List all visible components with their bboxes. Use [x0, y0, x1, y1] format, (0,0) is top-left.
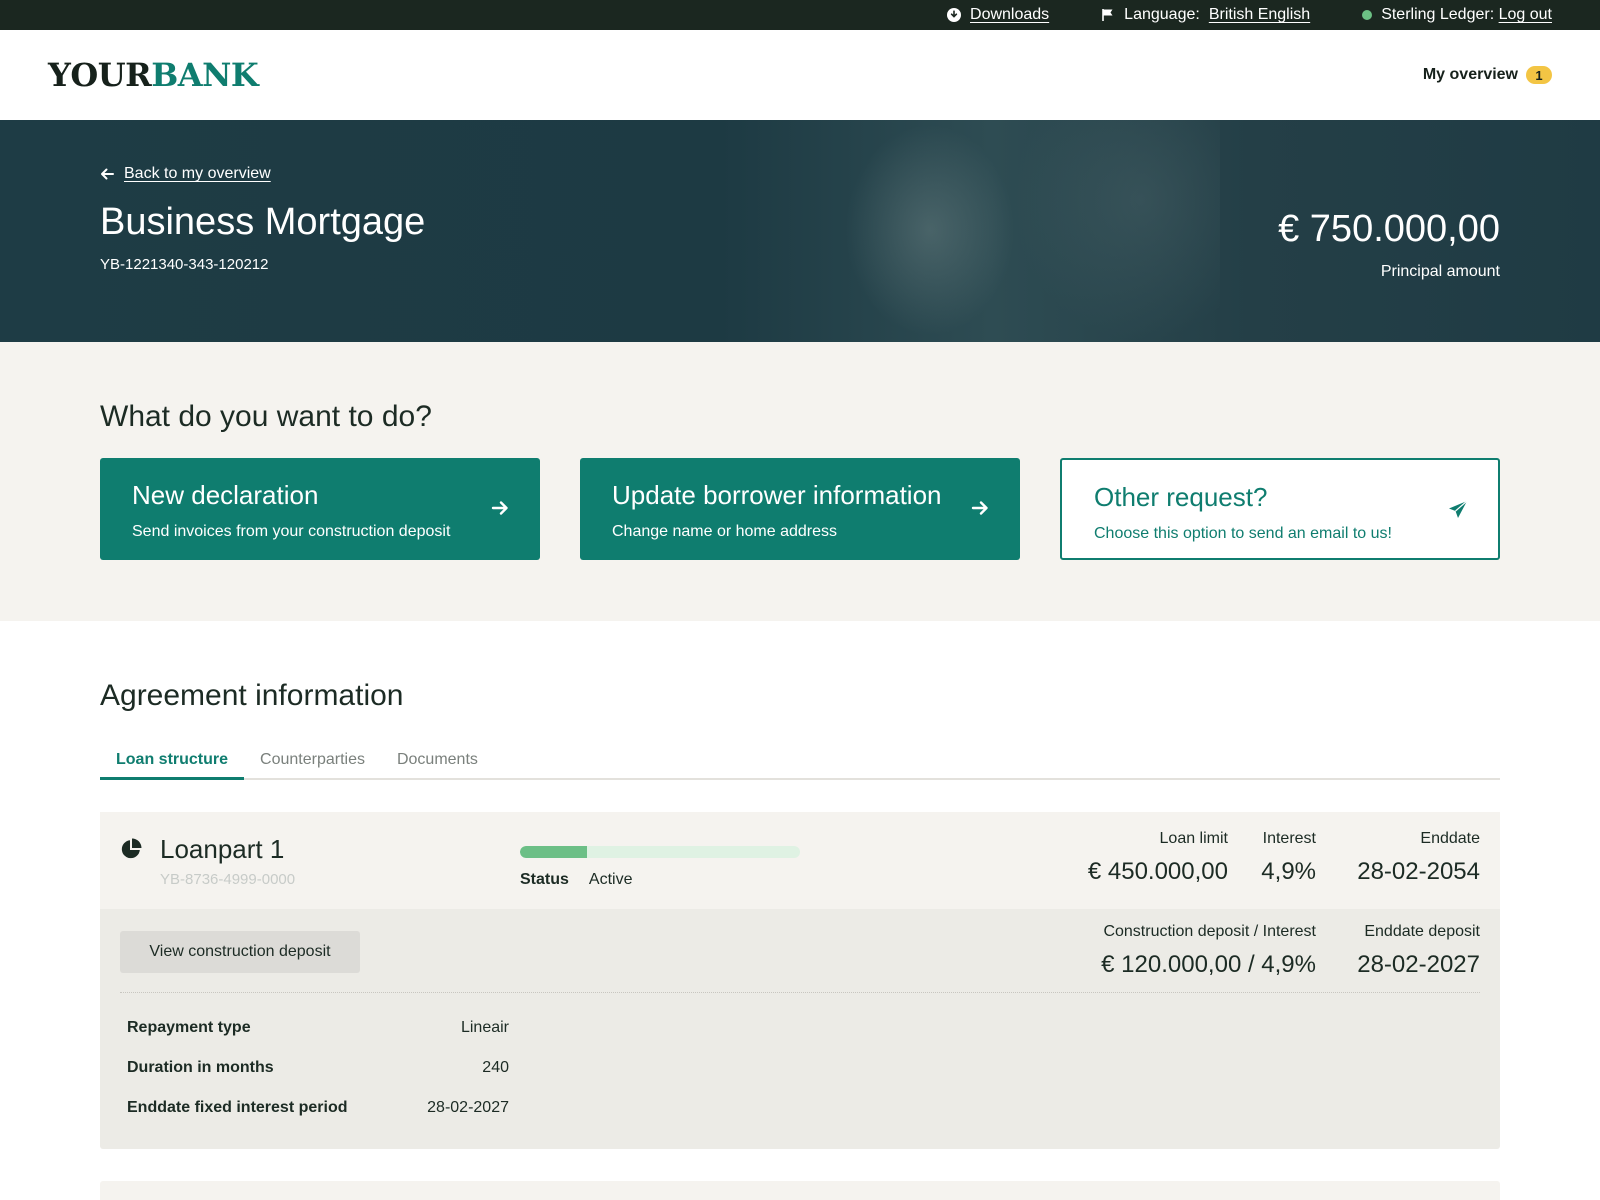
enddate-value: 28-02-2054 — [1357, 858, 1480, 885]
principal-amount-label: Principal amount — [1380, 263, 1500, 280]
agreement-tabs: Loan structure Counterparties Documents — [100, 749, 1500, 780]
action-card-subtitle: Change name or home address — [612, 523, 838, 540]
loan-limit-value: € 450.000,00 — [1087, 858, 1228, 885]
my-overview-label: My overview — [1422, 66, 1518, 83]
enddate-deposit-label: Enddate deposit — [1364, 923, 1480, 940]
update-borrower-card[interactable]: Update borrower information Change name … — [580, 458, 1020, 560]
interest-label: Interest — [1262, 830, 1316, 847]
language-link[interactable]: British English — [1209, 6, 1310, 24]
flag-icon — [1102, 9, 1113, 21]
language-label: Language: — [1124, 6, 1200, 23]
utility-bar: Downloads Language: British English Ster… — [0, 0, 1600, 30]
loanpart-details: View construction deposit Construction d… — [100, 909, 1500, 1149]
interest-value: 4,9% — [1261, 858, 1316, 885]
enddate-label: Enddate — [1420, 830, 1480, 847]
loan-progress-fill — [520, 846, 588, 858]
loanpart-name: Loanpart 1 — [160, 834, 285, 864]
tab-counterparties[interactable]: Counterparties — [244, 751, 381, 780]
download-icon — [947, 8, 962, 22]
detail-row-repayment-type: Repayment type Lineair — [127, 1019, 509, 1037]
enddate-deposit-metric: Enddate deposit 28-02-2027 — [1357, 923, 1480, 979]
arrow-right-icon — [971, 501, 988, 515]
pie-chart-icon — [121, 838, 142, 859]
construction-deposit-value: € 120.000,00 / 4,9% — [1101, 951, 1316, 978]
back-link-label: Back to my overview — [124, 165, 271, 182]
agreement-section: Agreement information Loan structure Cou… — [0, 621, 1600, 1200]
detail-value: 28-02-2027 — [427, 1099, 509, 1116]
interest-metric: Interest 4,9% — [1261, 830, 1316, 886]
notification-badge: 1 — [1526, 66, 1552, 84]
detail-row-fixed-interest-enddate: Enddate fixed interest period 28-02-2027 — [127, 1099, 509, 1117]
logo-part-bank: BANK — [151, 56, 259, 94]
detail-label: Enddate fixed interest period — [127, 1099, 348, 1116]
detail-label: Duration in months — [127, 1059, 274, 1076]
hero-banner: Back to my overview Business Mortgage YB… — [0, 120, 1600, 342]
detail-value: Lineair — [460, 1019, 509, 1036]
back-to-overview-link[interactable]: Back to my overview — [100, 165, 1500, 183]
action-cards: New declaration Send invoices from your … — [100, 458, 1500, 560]
enddate-deposit-value: 28-02-2027 — [1357, 951, 1480, 978]
principal-amount: € 750.000,00 — [1278, 208, 1500, 250]
status-row: Status Active — [520, 871, 632, 889]
divider — [120, 992, 1480, 993]
agreement-title: Agreement information — [100, 679, 404, 712]
status-label: Status — [520, 871, 569, 888]
user-item: Sterling Ledger: Log out — [1362, 6, 1552, 24]
loan-limit-metric: Loan limit € 450.000,00 — [1088, 830, 1228, 886]
arrow-right-icon — [491, 501, 508, 515]
loanpart-header: Loanpart 1 YB-8736-4999-0000 Status Acti… — [100, 812, 1500, 909]
loan-limit-label: Loan limit — [1159, 830, 1228, 847]
action-card-title: New declaration — [132, 480, 319, 510]
arrow-left-icon — [101, 168, 114, 180]
detail-label: Repayment type — [127, 1019, 251, 1036]
loanpart-card: Loanpart 1 YB-8736-4999-0000 Status Acti… — [100, 812, 1500, 1149]
detail-row-duration: Duration in months 240 — [127, 1059, 509, 1077]
my-overview-link[interactable]: My overview 1 — [1423, 66, 1552, 84]
enddate-metric: Enddate 28-02-2054 — [1357, 830, 1480, 886]
action-card-title: Update borrower information — [612, 480, 942, 510]
loan-progress-bar — [520, 846, 800, 858]
actions-title: What do you want to do? — [100, 400, 432, 433]
logo-part-your: YOUR — [48, 56, 152, 94]
paper-plane-icon — [1449, 500, 1468, 518]
action-card-subtitle: Send invoices from your construction dep… — [132, 523, 451, 540]
language-item: Language: British English — [1101, 6, 1310, 24]
action-card-subtitle: Choose this option to send an email to u… — [1094, 525, 1392, 542]
detail-value: 240 — [482, 1059, 509, 1076]
downloads-item: Downloads — [947, 6, 1049, 24]
user-name: Sterling Ledger: — [1381, 6, 1495, 23]
principal-amount-block: € 750.000,00 Principal amount — [1278, 208, 1500, 281]
downloads-link[interactable]: Downloads — [970, 6, 1049, 24]
status-value: Active — [588, 871, 633, 888]
next-loanpart-card — [100, 1181, 1500, 1200]
construction-deposit-label: Construction deposit / Interest — [1103, 923, 1316, 940]
other-request-card[interactable]: Other request? Choose this option to sen… — [1060, 458, 1500, 560]
site-header: YOURBANK My overview 1 — [0, 30, 1600, 120]
online-status-dot — [1362, 10, 1373, 20]
logo[interactable]: YOURBANK — [48, 56, 259, 94]
loanpart-reference: YB-8736-4999-0000 — [160, 871, 296, 888]
logout-link[interactable]: Log out — [1499, 6, 1552, 23]
actions-section: What do you want to do? New declaration … — [0, 342, 1600, 621]
action-card-title: Other request? — [1094, 482, 1268, 512]
view-construction-deposit-button[interactable]: View construction deposit — [120, 931, 360, 973]
new-declaration-card[interactable]: New declaration Send invoices from your … — [100, 458, 540, 560]
construction-deposit-metric: Construction deposit / Interest € 120.00… — [1101, 923, 1316, 979]
tab-loan-structure[interactable]: Loan structure — [100, 751, 245, 780]
tab-documents[interactable]: Documents — [381, 751, 494, 780]
